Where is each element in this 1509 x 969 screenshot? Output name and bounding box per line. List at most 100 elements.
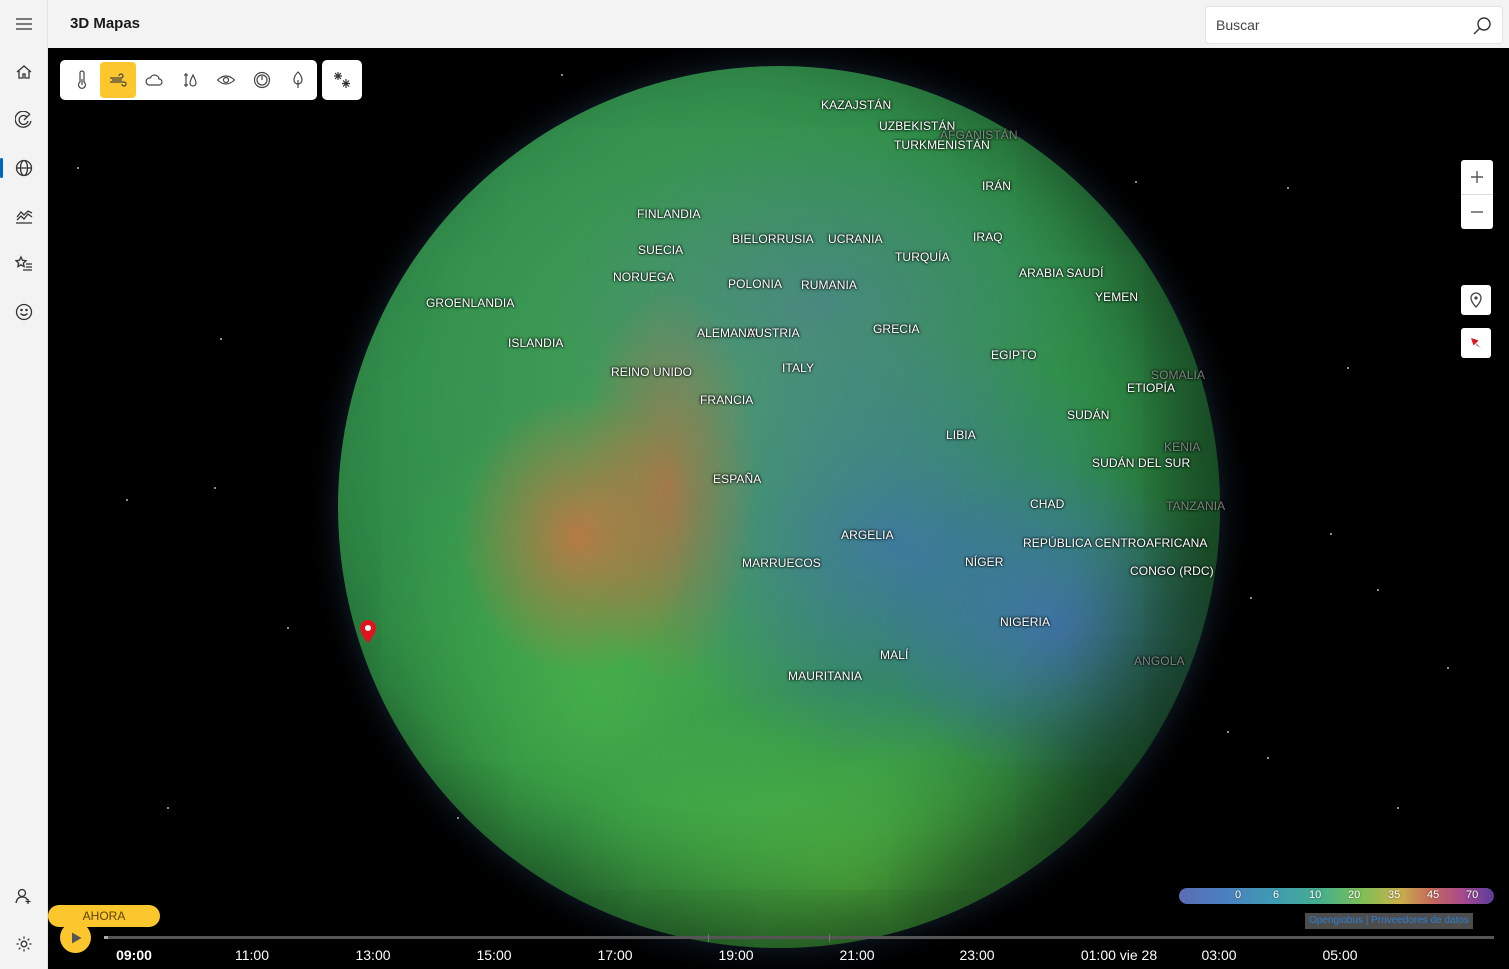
time-label[interactable]: 05:00	[1322, 947, 1357, 963]
country-label: MALÍ	[880, 648, 909, 662]
nav-account[interactable]	[0, 874, 48, 918]
app-title: 3D Mapas	[70, 15, 141, 32]
time-label[interactable]: 15:00	[476, 947, 511, 963]
time-label[interactable]: 13:00	[355, 947, 390, 963]
time-label-current[interactable]: 09:00	[116, 947, 152, 963]
country-label: TURKMENISTÁN	[894, 138, 990, 152]
chart-icon	[16, 210, 33, 224]
country-label: ITALY	[782, 361, 815, 375]
time-label[interactable]: 21:00	[839, 947, 874, 963]
layer-temperature-button[interactable]	[64, 62, 100, 98]
country-label: CONGO (RDC)	[1130, 564, 1214, 578]
country-label: IRAQ	[973, 230, 1003, 244]
time-label[interactable]: 17:00	[597, 947, 632, 963]
country-label: FINLANDIA	[637, 207, 701, 221]
country-label: AUSTRIA	[747, 326, 800, 340]
country-label: NIGERIA	[1000, 615, 1051, 629]
country-label: GROENLANDIA	[426, 296, 515, 310]
nav-favorites[interactable]	[0, 242, 48, 286]
country-label: MARRUECOS	[742, 556, 821, 570]
timeline-tick	[829, 934, 830, 942]
country-label: NORUEGA	[613, 270, 675, 284]
compass-button[interactable]	[1461, 328, 1491, 358]
pollen-icon	[293, 71, 303, 88]
layer-clouds-button[interactable]	[136, 62, 172, 98]
plus-icon	[1471, 171, 1483, 183]
country-label: SOMALIA	[1151, 368, 1206, 382]
country-label: RUMANIA	[801, 278, 858, 292]
nav-settings[interactable]	[0, 922, 48, 966]
time-label[interactable]: 03:00	[1201, 947, 1236, 963]
nav-rail	[0, 0, 48, 969]
zoom-control	[1461, 160, 1493, 229]
layer-snow-button[interactable]	[322, 60, 362, 100]
search-box[interactable]	[1205, 6, 1503, 44]
country-label: FRANCIA	[700, 393, 754, 407]
country-label: ESPAÑA	[713, 472, 762, 486]
timeline-tick	[708, 934, 709, 942]
map-view[interactable]: KAZAJSTÁN UZBEKISTÁN AFGANISTÁN TURKMENI…	[48, 48, 1509, 969]
country-label: BIELORRUSIA	[732, 232, 814, 246]
layer-wind-button[interactable]	[100, 62, 136, 98]
radar-icon	[15, 111, 32, 128]
settings-icon	[16, 936, 32, 952]
country-label: KENIA	[1164, 440, 1201, 454]
country-label: SUDÁN DEL SUR	[1092, 456, 1191, 470]
zoom-in-button[interactable]	[1461, 160, 1493, 194]
country-label: ISLANDIA	[508, 336, 564, 350]
country-label: SUECIA	[638, 243, 684, 257]
humidity-icon	[184, 73, 197, 87]
favorites-icon	[15, 255, 32, 271]
nav-historical[interactable]	[0, 194, 48, 238]
temperature-icon	[77, 70, 87, 89]
country-label: TANZANIA	[1166, 499, 1226, 513]
country-label: REINO UNIDO	[611, 365, 693, 379]
country-label: UCRANIA	[828, 232, 883, 246]
search-button[interactable]	[1472, 16, 1492, 36]
country-label: YEMEN	[1095, 290, 1139, 304]
nav-home[interactable]	[0, 50, 48, 94]
play-icon	[71, 932, 81, 943]
time-label[interactable]: 01:00 vie 28	[1081, 947, 1157, 963]
zoom-out-button[interactable]	[1461, 194, 1493, 228]
country-label: SUDÁN	[1067, 408, 1110, 422]
globe-shading	[338, 66, 1220, 948]
layer-pollen-button[interactable]	[280, 62, 316, 98]
timeline-progress	[104, 936, 108, 939]
hamburger-menu-button[interactable]	[0, 2, 48, 46]
globe[interactable]	[338, 66, 1220, 948]
wind-icon	[110, 73, 127, 87]
nav-maps[interactable]	[0, 146, 48, 190]
layer-toolbar	[60, 60, 317, 100]
compass-icon	[1471, 338, 1481, 348]
pressure-icon	[253, 71, 271, 89]
layer-pressure-button[interactable]	[244, 62, 280, 98]
country-label: LIBIA	[946, 428, 976, 442]
country-label: KAZAJSTÁN	[821, 98, 892, 112]
home-icon	[16, 65, 32, 79]
country-label: EGIPTO	[991, 348, 1037, 362]
now-label[interactable]: AHORA	[48, 905, 160, 927]
hamburger-menu-icon	[16, 18, 32, 30]
my-location-button[interactable]	[1461, 285, 1491, 315]
play-button[interactable]	[60, 922, 91, 953]
layer-visibility-button[interactable]	[208, 62, 244, 98]
smiley-icon	[15, 303, 33, 321]
timeline-track[interactable]	[104, 936, 1494, 939]
layer-humidity-button[interactable]	[172, 62, 208, 98]
snow-icon	[334, 72, 350, 88]
search-input[interactable]	[1216, 15, 1456, 35]
minus-icon	[1471, 210, 1483, 213]
add-user-icon	[15, 888, 31, 904]
nav-life[interactable]	[0, 290, 48, 334]
cloud-icon	[145, 74, 163, 86]
nav-radar[interactable]	[0, 98, 48, 142]
time-label[interactable]: 23:00	[959, 947, 994, 963]
country-label: NÍGER	[965, 555, 1004, 569]
time-label[interactable]: 11:00	[235, 947, 269, 963]
time-label[interactable]: 19:00	[718, 947, 753, 963]
country-label: ANGOLA	[1134, 654, 1185, 668]
location-pin-icon	[1470, 292, 1482, 308]
search-icon	[1473, 17, 1491, 35]
location-marker-icon[interactable]	[357, 619, 379, 645]
